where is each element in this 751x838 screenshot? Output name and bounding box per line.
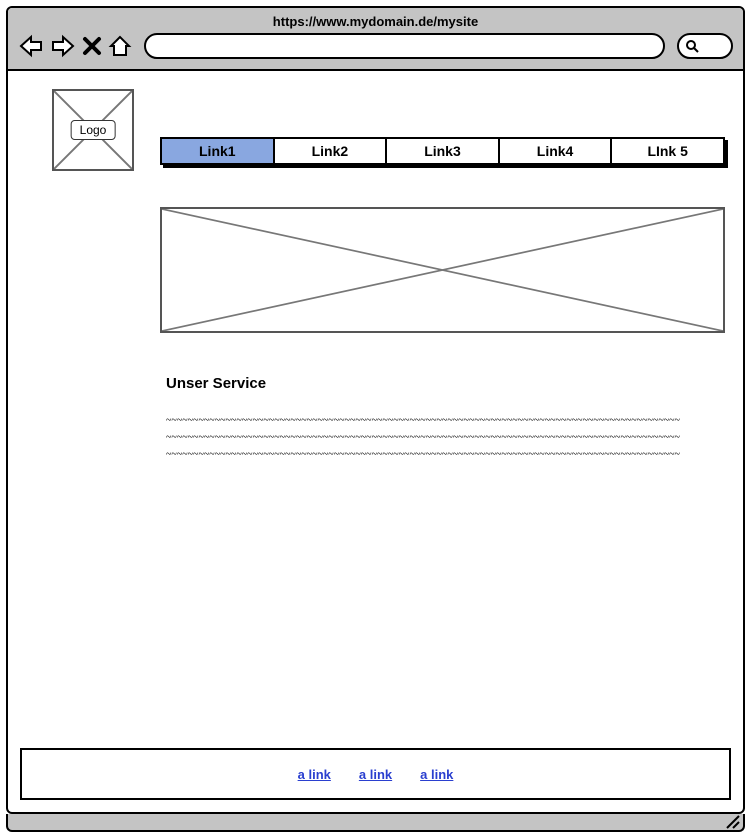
arrow-right-icon — [50, 34, 76, 58]
logo-placeholder[interactable]: Logo — [52, 89, 134, 171]
resize-grip-icon[interactable] — [725, 814, 741, 830]
nav-link-label: LInk 5 — [647, 143, 687, 159]
nav-link-label: Link2 — [312, 143, 349, 159]
back-button[interactable] — [18, 34, 44, 58]
nav-link-label: Link4 — [537, 143, 574, 159]
browser-window: https://www.mydomain.de/mysite — [6, 6, 745, 814]
footer-link-3[interactable]: a link — [420, 767, 453, 782]
browser-chrome: https://www.mydomain.de/mysite — [8, 8, 743, 71]
nav-link-2[interactable]: Link2 — [275, 139, 388, 163]
nav-link-1[interactable]: Link1 — [162, 139, 275, 163]
body-text-placeholder: ~~~~~~~~~~~~~~~~~~~~~~~~~~~~~~~~~~~~~~~~… — [166, 412, 685, 468]
nav-link-4[interactable]: Link4 — [500, 139, 613, 163]
footer-link-1[interactable]: a link — [298, 767, 331, 782]
nav-link-label: Link1 — [199, 143, 236, 159]
nav-link-label: Link3 — [424, 143, 461, 159]
home-icon — [108, 34, 132, 58]
hero-image-placeholder — [160, 207, 725, 333]
status-bar — [6, 814, 745, 832]
forward-button[interactable] — [50, 34, 76, 58]
main-nav: Link1 Link2 Link3 Link4 LInk 5 — [160, 137, 725, 165]
header-row: Logo Link1 Link2 Link3 Link4 LInk 5 — [26, 89, 725, 333]
nav-link-3[interactable]: Link3 — [387, 139, 500, 163]
placeholder-cross-icon — [162, 209, 723, 331]
home-button[interactable] — [108, 34, 132, 58]
stop-button[interactable] — [82, 36, 102, 56]
logo-label: Logo — [71, 120, 116, 140]
search-box[interactable] — [677, 33, 733, 59]
footer: a link a link a link — [20, 748, 731, 800]
url-display: https://www.mydomain.de/mysite — [18, 12, 733, 33]
close-icon — [82, 36, 102, 56]
main-column: Link1 Link2 Link3 Link4 LInk 5 — [160, 89, 725, 333]
search-icon — [685, 39, 699, 53]
arrow-left-icon — [18, 34, 44, 58]
page-viewport: Logo Link1 Link2 Link3 Link4 LInk 5 — [8, 71, 743, 812]
nav-link-5[interactable]: LInk 5 — [612, 139, 723, 163]
footer-link-2[interactable]: a link — [359, 767, 392, 782]
section-title: Unser Service — [166, 375, 725, 392]
address-bar[interactable] — [144, 33, 665, 59]
browser-toolbar — [18, 33, 733, 59]
